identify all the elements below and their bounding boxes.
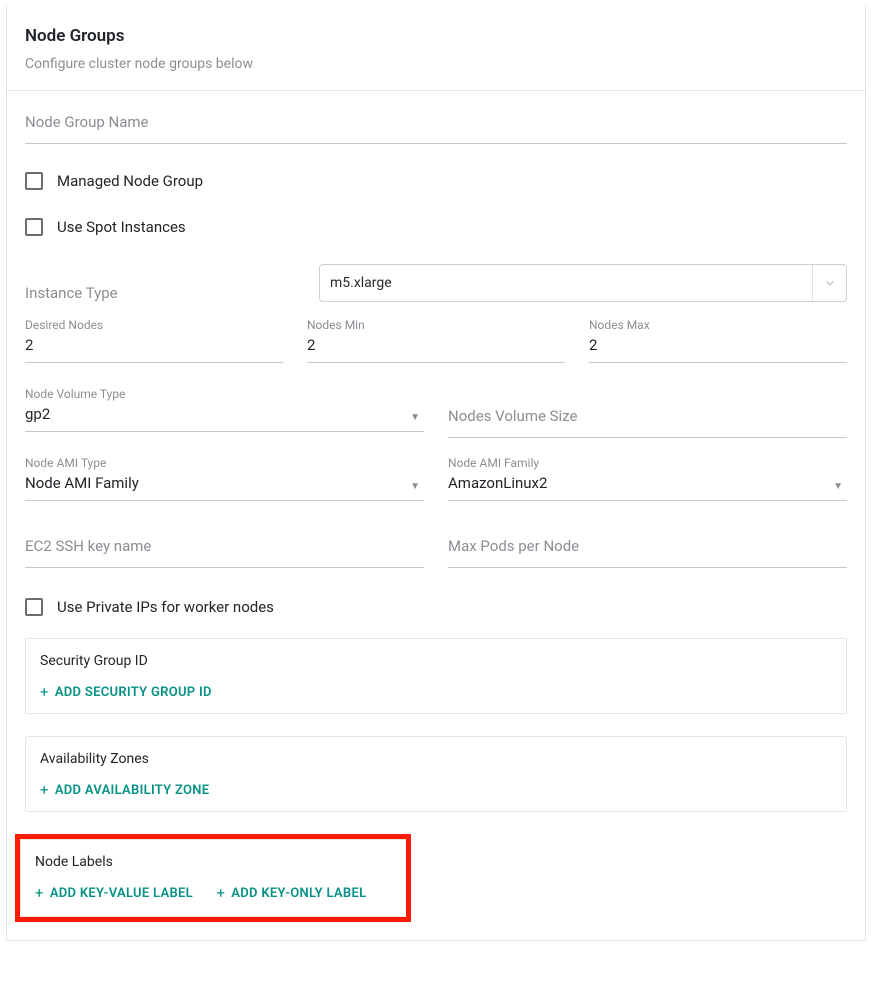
add-key-only-label-text: ADD KEY-ONLY LABEL [231,886,366,901]
add-availability-zone-label: ADD AVAILABILITY ZONE [55,783,210,798]
add-security-group-button[interactable]: + ADD SECURITY GROUP ID [40,683,212,701]
add-availability-zone-button[interactable]: + ADD AVAILABILITY ZONE [40,781,209,799]
use-spot-instances-label: Use Spot Instances [57,218,186,236]
node-ami-type-label: Node AMI Type [25,456,424,470]
security-group-title: Security Group ID [40,653,832,669]
max-pods-placeholder: Max Pods per Node [448,537,847,561]
node-ami-type-field[interactable]: Node AMI Type Node AMI Family ▼ [25,456,424,501]
add-key-value-label-button[interactable]: + ADD KEY-VALUE LABEL [35,884,193,902]
instance-type-value: m5.xlarge [320,265,812,301]
use-private-ips-row[interactable]: Use Private IPs for worker nodes [25,598,847,616]
use-private-ips-label: Use Private IPs for worker nodes [57,598,274,616]
nodes-min-field[interactable]: Nodes Min 2 [307,318,565,363]
add-security-group-label: ADD SECURITY GROUP ID [55,685,212,700]
node-groups-panel: Node Groups Configure cluster node group… [6,6,866,941]
node-labels-title: Node Labels [35,854,392,870]
instance-type-select[interactable]: m5.xlarge [319,264,847,302]
nodes-max-value: 2 [589,336,847,358]
caret-down-icon: ▼ [410,412,420,423]
instance-type-label: Instance Type [25,284,295,302]
node-group-name-field[interactable]: Node Group Name [25,113,847,144]
node-labels-card: Node Labels + ADD KEY-VALUE LABEL + ADD … [20,839,406,917]
use-private-ips-checkbox[interactable] [25,598,43,616]
node-group-name-placeholder: Node Group Name [25,113,847,137]
node-volume-type-label: Node Volume Type [25,387,424,401]
add-key-value-label-text: ADD KEY-VALUE LABEL [50,886,193,901]
nodes-min-label: Nodes Min [307,318,565,332]
chevron-down-icon [812,265,846,301]
node-ami-family-field[interactable]: Node AMI Family AmazonLinux2 ▼ [448,456,847,501]
caret-down-icon: ▼ [833,481,843,492]
panel-header: Node Groups Configure cluster node group… [7,6,865,91]
managed-node-group-checkbox[interactable] [25,172,43,190]
desired-nodes-value: 2 [25,336,283,358]
nodes-max-field[interactable]: Nodes Max 2 [589,318,847,363]
availability-zones-title: Availability Zones [40,751,832,767]
managed-node-group-label: Managed Node Group [57,172,203,190]
max-pods-field[interactable]: Max Pods per Node [448,537,847,568]
node-ami-family-value: AmazonLinux2 [448,474,847,496]
plus-icon: + [40,781,49,799]
ssh-pods-row: EC2 SSH key name Max Pods per Node [25,537,847,568]
nodes-min-value: 2 [307,336,565,358]
node-ami-family-label: Node AMI Family [448,456,847,470]
desired-nodes-label: Desired Nodes [25,318,283,332]
caret-down-icon: ▼ [410,481,420,492]
volume-row: Node Volume Type gp2 ▼ Nodes Volume Size [25,387,847,438]
nodes-max-label: Nodes Max [589,318,847,332]
plus-icon: + [40,683,49,701]
instance-type-row: Instance Type m5.xlarge [25,264,847,302]
use-spot-instances-row[interactable]: Use Spot Instances [25,218,847,236]
use-spot-instances-checkbox[interactable] [25,218,43,236]
desired-nodes-field[interactable]: Desired Nodes 2 [25,318,283,363]
security-group-card: Security Group ID + ADD SECURITY GROUP I… [25,638,847,714]
panel-title: Node Groups [25,26,847,46]
panel-subtitle: Configure cluster node groups below [25,56,847,72]
nodes-volume-size-field[interactable]: Nodes Volume Size [448,407,847,438]
plus-icon: + [35,884,44,902]
managed-node-group-row[interactable]: Managed Node Group [25,172,847,190]
plus-icon: + [216,884,225,902]
node-labels-highlight: Node Labels + ADD KEY-VALUE LABEL + ADD … [15,834,411,922]
ec2-ssh-key-field[interactable]: EC2 SSH key name [25,537,424,568]
node-volume-type-value: gp2 [25,405,424,427]
ami-row: Node AMI Type Node AMI Family ▼ Node AMI… [25,456,847,507]
panel-body: Node Group Name Managed Node Group Use S… [7,91,865,940]
node-volume-type-field[interactable]: Node Volume Type gp2 ▼ [25,387,424,432]
node-ami-type-value: Node AMI Family [25,474,424,496]
nodes-volume-size-placeholder: Nodes Volume Size [448,407,847,431]
nodes-count-row: Desired Nodes 2 Nodes Min 2 Nodes Max 2 [25,318,847,369]
availability-zones-card: Availability Zones + ADD AVAILABILITY ZO… [25,736,847,812]
add-key-only-label-button[interactable]: + ADD KEY-ONLY LABEL [216,884,366,902]
ec2-ssh-key-placeholder: EC2 SSH key name [25,537,424,561]
